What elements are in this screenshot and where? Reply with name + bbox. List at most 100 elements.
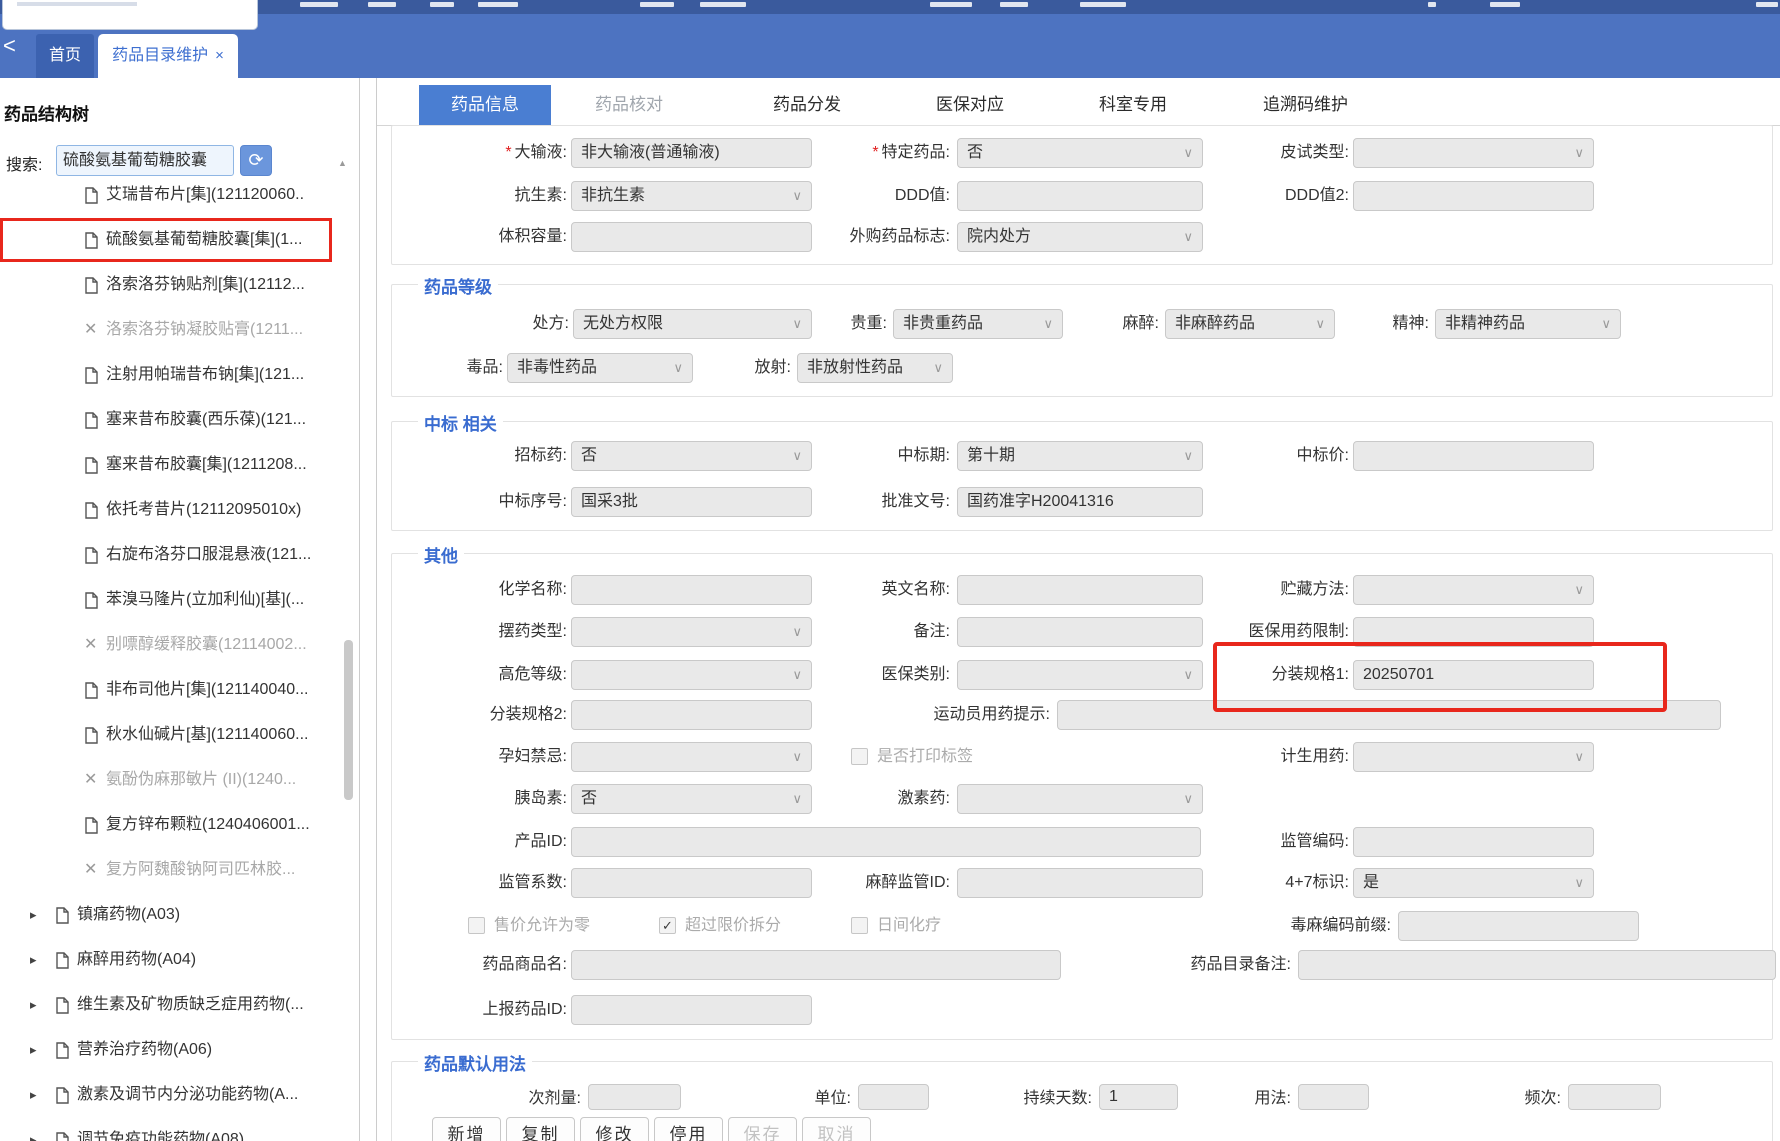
zero-price-checkbox[interactable] [468, 917, 485, 934]
usage-input[interactable] [1298, 1084, 1369, 1110]
tree-item[interactable]: 洛索洛芬钠贴剂[集](12112... [0, 271, 336, 299]
close-icon[interactable]: × [215, 47, 224, 64]
rx-select[interactable]: 无处方权限 ∨ [573, 309, 812, 339]
modify-button[interactable]: 修改 [580, 1117, 649, 1141]
radioactive-select[interactable]: 非放射性药品 ∨ [797, 353, 953, 383]
caret-icon[interactable]: ▸ [30, 1081, 37, 1109]
tree-group[interactable]: ▸ 维生素及矿物质缺乏症用药物(... [0, 991, 336, 1019]
caret-icon[interactable]: ▸ [30, 1036, 37, 1064]
antibiotic-select[interactable]: 非抗生素 ∨ [571, 181, 812, 211]
regulatory-factor-input[interactable] [571, 868, 812, 898]
tab-drug-check[interactable]: 药品核对 [595, 85, 663, 125]
remark-input[interactable] [957, 617, 1203, 647]
dispense-type-select[interactable]: ∨ [571, 617, 812, 647]
tab-drug-catalog[interactable]: 药品目录维护 × [98, 34, 238, 78]
trade-name-input[interactable] [571, 950, 1061, 980]
hormone-select[interactable]: ∨ [957, 784, 1203, 814]
tab-trace-code[interactable]: 追溯码维护 [1263, 85, 1348, 125]
caret-icon[interactable]: ▸ [30, 991, 37, 1019]
scrollbar-thumb[interactable] [344, 640, 353, 800]
tree-group[interactable]: ▸ 麻醉用药物(A04) [0, 946, 336, 974]
tab-insurance-map[interactable]: 医保对应 [936, 85, 1004, 125]
pack-spec2-input[interactable] [571, 700, 812, 730]
tree-item[interactable]: 塞来昔布胶囊[集](1211208... [0, 451, 336, 479]
insurance-type-select[interactable]: ∨ [957, 660, 1203, 690]
tree-group[interactable]: ▸ 镇痛药物(A03) [0, 901, 336, 929]
ddd-input[interactable] [957, 181, 1203, 211]
tree-item[interactable]: 非布司他片[集](121140040... [0, 676, 336, 704]
high-risk-select[interactable]: ∨ [571, 660, 812, 690]
tree-item[interactable]: 右旋布洛芬口服混悬液(121... [0, 541, 336, 569]
cancel-button[interactable]: 取消 [802, 1117, 871, 1141]
global-search-input[interactable] [2, 0, 258, 30]
insulin-select[interactable]: 否 ∨ [571, 784, 812, 814]
volume-input[interactable] [571, 222, 812, 252]
ddd2-input[interactable] [1353, 181, 1594, 211]
back-icon[interactable]: < [3, 32, 16, 60]
tree-item[interactable]: 注射用帕瑞昔布钠[集](121... [0, 361, 336, 389]
tree-item-disabled[interactable]: ✕ 别嘌醇缓释胶囊(12114002... [0, 631, 336, 659]
tree-item[interactable]: 秋水仙碱片[基](121140060... [0, 721, 336, 749]
tree-item[interactable]: 依托考昔片(12112095010x) [0, 496, 336, 524]
regulatory-code-input[interactable] [1353, 827, 1594, 857]
unit-input[interactable] [858, 1084, 929, 1110]
special-drug-select[interactable]: 否 ∨ [957, 138, 1203, 168]
report-id-input[interactable] [571, 995, 812, 1025]
scroll-up-icon[interactable]: ▲ [338, 158, 347, 168]
narcotic-reg-id-input[interactable] [957, 868, 1203, 898]
tree-item-disabled[interactable]: ✕ 复方阿魏酸钠阿司匹林胶... [0, 856, 336, 884]
approval-no-input[interactable]: 国药准字H20041316 [957, 487, 1203, 517]
infusion-input[interactable]: 非大输液(普通输液) [571, 138, 812, 168]
day-chemo-checkbox[interactable] [851, 917, 868, 934]
tree-group[interactable]: ▸ 调节免疫功能药物(A08) [0, 1126, 336, 1141]
tab-department[interactable]: 科室专用 [1099, 85, 1167, 125]
tree-item-disabled[interactable]: ✕ 氨酚伪麻那敏片 (II)(1240... [0, 766, 336, 794]
user-icon[interactable] [1490, 2, 1520, 7]
settings-icon[interactable] [1756, 2, 1778, 7]
tab-drug-dispatch[interactable]: 药品分发 [773, 85, 841, 125]
frequency-input[interactable] [1568, 1084, 1661, 1110]
storage-select[interactable]: ∨ [1353, 575, 1594, 605]
over-limit-split-checkbox[interactable]: ✓ [659, 917, 676, 934]
caret-icon[interactable]: ▸ [30, 1126, 37, 1141]
external-flag-select[interactable]: 院内处方 ∨ [957, 222, 1203, 252]
en-name-input[interactable] [957, 575, 1203, 605]
refresh-button[interactable]: ⟳ [240, 145, 272, 176]
bid-price-input[interactable] [1353, 441, 1594, 471]
tree-group[interactable]: ▸ 营养治疗药物(A06) [0, 1036, 336, 1064]
bell-icon[interactable] [1428, 2, 1436, 7]
tree-item[interactable]: 复方锌布颗粒(1240406001... [0, 811, 336, 839]
precious-select[interactable]: 非贵重药品 ∨ [893, 309, 1063, 339]
tree-search-input[interactable]: 硫酸氨基葡萄糖胶囊 [56, 145, 234, 176]
family-planning-select[interactable]: ∨ [1353, 742, 1594, 772]
psychotropic-select[interactable]: 非精神药品 ∨ [1435, 309, 1621, 339]
chem-name-input[interactable] [571, 575, 812, 605]
add-button[interactable]: 新增 [432, 1117, 501, 1141]
tree-group[interactable]: ▸ 激素及调节内分泌功能药物(A... [0, 1081, 336, 1109]
bid-drug-select[interactable]: 否 ∨ [571, 441, 812, 471]
narcotic-select[interactable]: 非麻醉药品 ∨ [1165, 309, 1335, 339]
print-label-checkbox[interactable] [851, 748, 868, 765]
days-input[interactable]: 1 [1099, 1084, 1178, 1110]
copy-button[interactable]: 复制 [506, 1117, 575, 1141]
narc-prefix-input[interactable] [1398, 911, 1639, 941]
tree-item-disabled[interactable]: ✕ 洛索洛芬钠凝胶贴膏(1211... [0, 316, 336, 344]
tree-item[interactable]: 艾瑞昔布片[集](121120060.. [0, 181, 336, 209]
pregnancy-select[interactable]: ∨ [571, 742, 812, 772]
product-id-input[interactable] [571, 827, 1201, 857]
bid-period-select[interactable]: 第十期 ∨ [957, 441, 1203, 471]
catalog-remark-input[interactable] [1298, 950, 1776, 980]
save-button[interactable]: 保存 [728, 1117, 797, 1141]
toxic-select[interactable]: 非毒性药品 ∨ [507, 353, 693, 383]
four-seven-select[interactable]: 是 ∨ [1353, 868, 1594, 898]
tab-home[interactable]: 首页 [36, 34, 94, 78]
caret-icon[interactable]: ▸ [30, 901, 37, 929]
dose-input[interactable] [588, 1084, 681, 1110]
tree-item[interactable]: 塞来昔布胶囊(西乐葆)(121... [0, 406, 336, 434]
bid-no-input[interactable]: 国采3批 [571, 487, 812, 517]
tab-drug-info[interactable]: 药品信息 [419, 85, 551, 125]
disable-button[interactable]: 停用 [654, 1117, 723, 1141]
tree-item[interactable]: 苯溴马隆片(立加利仙)[基](... [0, 586, 336, 614]
caret-icon[interactable]: ▸ [30, 946, 37, 974]
skin-test-select[interactable]: ∨ [1353, 138, 1594, 168]
